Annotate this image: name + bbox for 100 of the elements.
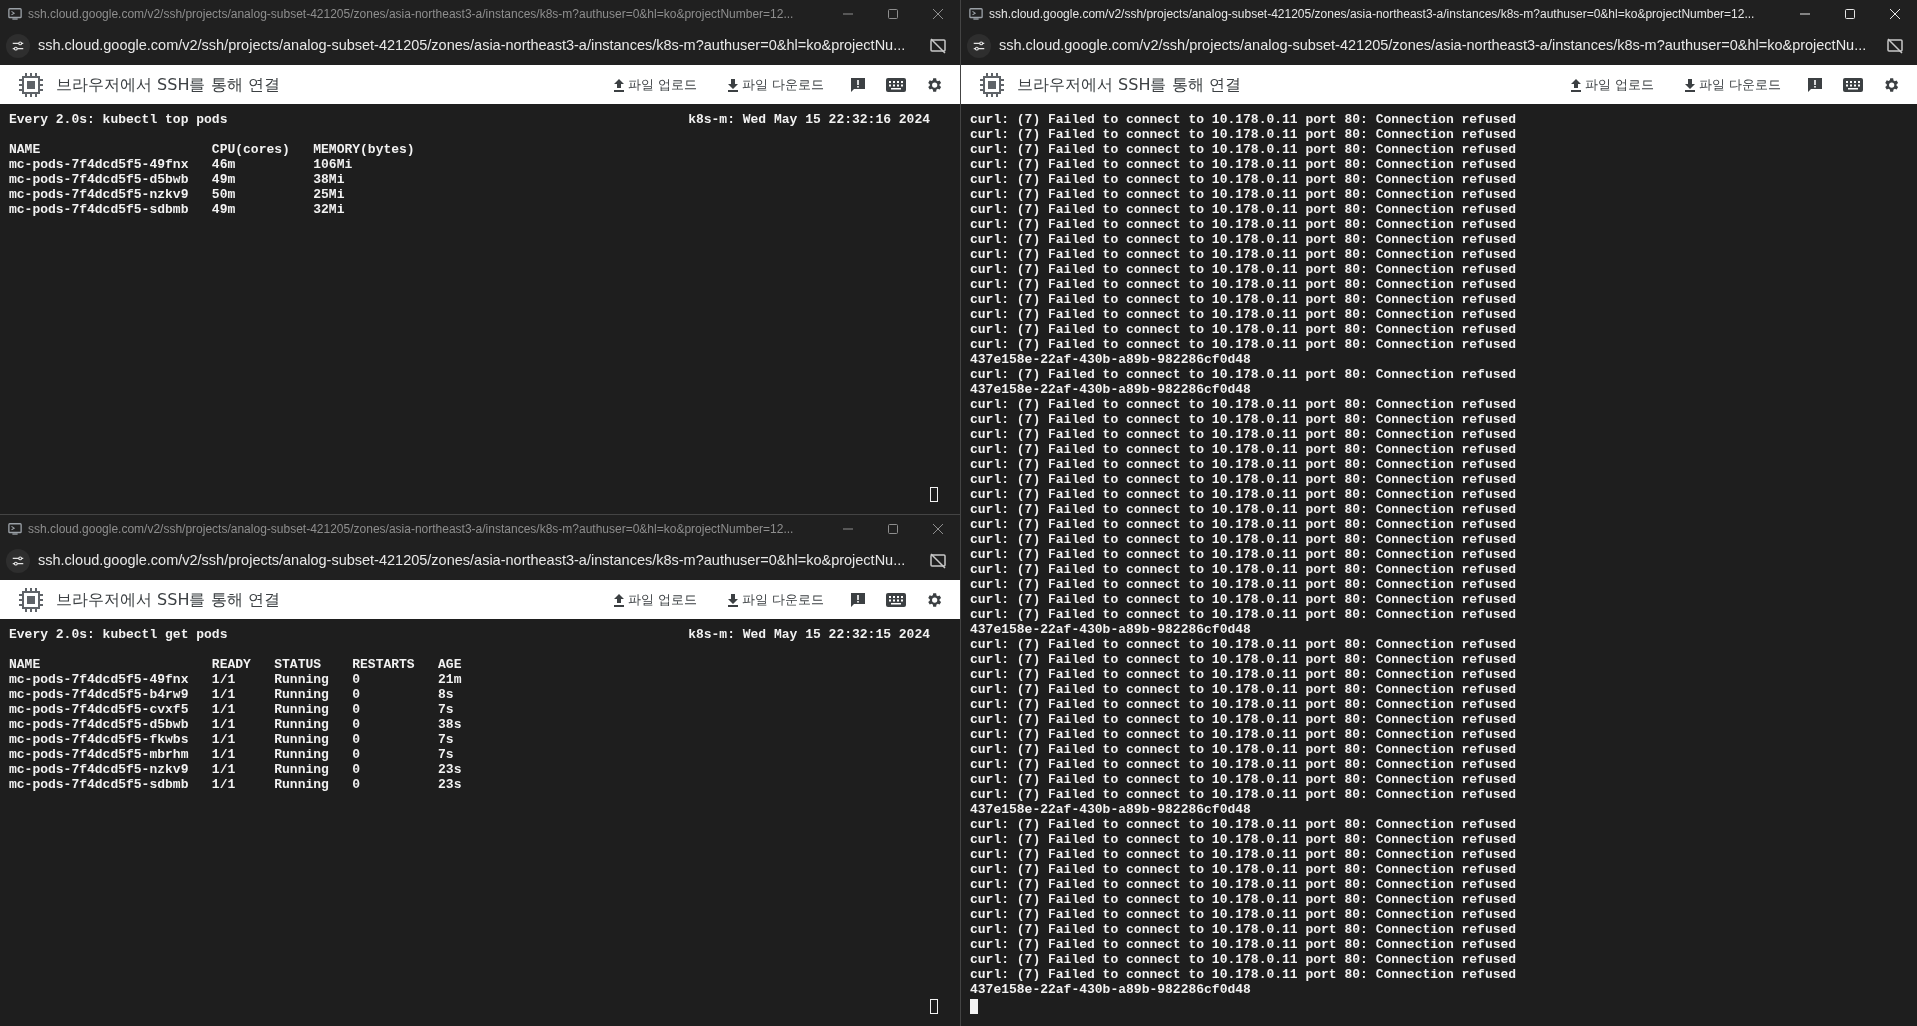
output-line: curl: (7) Failed to connect to 10.178.0.11 port 80: Connection refused: [970, 427, 1517, 442]
output-line: curl: (7) Failed to connect to 10.178.0.11 port 80: Connection refused: [970, 682, 1517, 697]
output-line: curl: (7) Failed to connect to 10.178.0.11 port 80: Connection refused: [970, 457, 1517, 472]
table-cell: 23s: [438, 762, 462, 777]
table-cell-text: 1/1: [211, 747, 237, 762]
cast-off-icon: [929, 553, 947, 569]
table-cell-text: Running: [274, 702, 330, 717]
output-line: curl: (7) Failed to connect to 10.178.0.11 port 80: Connection refused: [970, 967, 1517, 982]
table-cell-text: 0: [352, 762, 362, 777]
window-title: ssh.cloud.google.com/v2/ssh/projects/analog-subset-421205/zones/asia-northeast3-a/instances/k8s-m?authuser=0&hl=ko&projectNumber=12...: [989, 5, 1756, 23]
table-cell: 7s: [438, 702, 454, 717]
terminal-icon: [969, 6, 983, 21]
table-cell-text: mc-pods-7f4dcd5f5-nzkv9: [9, 187, 190, 202]
output-line: curl: (7) Failed to connect to 10.178.0.11 port 80: Connection refused: [970, 202, 1517, 217]
upload-file-button[interactable]: 파일 업로드: [612, 74, 697, 95]
output-line: curl: (7) Failed to connect to 10.178.0.11 port 80: Connection refused: [970, 547, 1517, 562]
table-cell-text: 1/1: [211, 672, 237, 687]
column-header: MEMORY(bytes): [313, 142, 415, 157]
table-cell-text: mc-pods-7f4dcd5f5-d5bwb: [9, 172, 190, 187]
chip-icon: [979, 71, 1005, 98]
table-cell: 7s: [438, 732, 454, 747]
host-time: k8s-m: Wed May 15 22:32:15 2024: [688, 627, 930, 642]
output-line: curl: (7) Failed to connect to 10.178.0.11 port 80: Connection refused: [970, 877, 1517, 892]
output-line: curl: (7) Failed to connect to 10.178.0.11 port 80: Connection refused: [970, 172, 1517, 187]
table-cell-text: mc-pods-7f4dcd5f5-b4rw9: [9, 687, 190, 702]
keyboard-icon: [886, 77, 906, 92]
site-info-button[interactable]: [6, 549, 30, 573]
upload-icon: [612, 592, 625, 607]
table-cell-text: 1/1: [211, 777, 237, 792]
output-line: curl: (7) Failed to connect to 10.178.0.11 port 80: Connection refused: [970, 637, 1517, 652]
output-line: 437e158e-22af-430b-a89b-982286cf0d48: [970, 982, 1251, 997]
output-line: curl: (7) Failed to connect to 10.178.0.11 port 80: Connection refused: [970, 847, 1517, 862]
download-file-button[interactable]: 파일 다운로드: [726, 589, 824, 610]
table-cell-text: 0: [352, 777, 362, 792]
output-line: curl: (7) Failed to connect to 10.178.0.11 port 80: Connection refused: [970, 232, 1517, 247]
table-cell: 32Mi: [313, 202, 345, 217]
download-icon: [726, 592, 739, 607]
table-cell: 7s: [438, 747, 454, 762]
table-cell-text: 50m: [211, 187, 237, 202]
table-cell-text: 0: [352, 732, 362, 747]
output-line: curl: (7) Failed to connect to 10.178.0.11 port 80: Connection refused: [970, 817, 1517, 832]
output-line: curl: (7) Failed to connect to 10.178.0.11 port 80: Connection refused: [970, 412, 1517, 427]
header-title: 브라우저에서 SSH를 통해 연결: [56, 588, 281, 611]
site-info-button[interactable]: [967, 34, 991, 58]
upload-file-button[interactable]: 파일 업로드: [1569, 74, 1654, 95]
terminal-icon: [8, 6, 22, 21]
maximize-icon: [887, 8, 898, 19]
feedback-icon: [850, 76, 866, 93]
output-line: curl: (7) Failed to connect to 10.178.0.11 port 80: Connection refused: [970, 607, 1517, 622]
table-cell-text: Running: [274, 777, 330, 792]
output-line: curl: (7) Failed to connect to 10.178.0.11 port 80: Connection refused: [970, 517, 1517, 532]
download-file-button[interactable]: 파일 다운로드: [1683, 74, 1781, 95]
output-line: curl: (7) Failed to connect to 10.178.0.11 port 80: Connection refused: [970, 832, 1517, 847]
table-cell-text: mc-pods-7f4dcd5f5-d5bwb: [9, 717, 190, 732]
site-info-button[interactable]: [6, 34, 30, 58]
close-icon: [1889, 8, 1900, 19]
output-line: curl: (7) Failed to connect to 10.178.0.11 port 80: Connection refused: [970, 862, 1517, 877]
keyboard-icon: [886, 592, 906, 607]
output-line: curl: (7) Failed to connect to 10.178.0.11 port 80: Connection refused: [970, 472, 1517, 487]
output-line: curl: (7) Failed to connect to 10.178.0.11 port 80: Connection refused: [970, 652, 1517, 667]
feedback-icon: [1807, 76, 1823, 93]
output-line: 437e158e-22af-430b-a89b-982286cf0d48: [970, 352, 1251, 367]
terminal-icon: [8, 521, 22, 536]
column-header: READY: [211, 657, 252, 672]
table-cell: 25Mi: [313, 187, 345, 202]
output-line: curl: (7) Failed to connect to 10.178.0.11 port 80: Connection refused: [970, 742, 1517, 757]
output-line: curl: (7) Failed to connect to 10.178.0.11 port 80: Connection refused: [970, 907, 1517, 922]
chip-icon: [18, 71, 44, 98]
upload-file-button[interactable]: 파일 업로드: [612, 589, 697, 610]
output-line: curl: (7) Failed to connect to 10.178.0.11 port 80: Connection refused: [970, 337, 1517, 352]
output-line: curl: (7) Failed to connect to 10.178.0.11 port 80: Connection refused: [970, 502, 1517, 517]
column-header: STATUS: [274, 657, 323, 672]
table-cell-text: mc-pods-7f4dcd5f5-49fnx: [9, 157, 190, 172]
settings-icon: [925, 75, 943, 94]
output-line: curl: (7) Failed to connect to 10.178.0.11 port 80: Connection refused: [970, 142, 1517, 157]
table-cell-text: 0: [352, 747, 362, 762]
table-cell-text: Running: [274, 672, 330, 687]
output-line: curl: (7) Failed to connect to 10.178.0.11 port 80: Connection refused: [970, 307, 1517, 322]
output-line: 437e158e-22af-430b-a89b-982286cf0d48: [970, 382, 1251, 397]
output-line: curl: (7) Failed to connect to 10.178.0.11 port 80: Connection refused: [970, 562, 1517, 577]
header-title: 브라우저에서 SSH를 통해 연결: [56, 73, 281, 96]
table-cell: 21m: [438, 672, 462, 687]
tune-icon: [11, 39, 25, 53]
download-file-button[interactable]: 파일 다운로드: [726, 74, 824, 95]
table-cell: 38s: [438, 717, 462, 732]
output-line: curl: (7) Failed to connect to 10.178.0.11 port 80: Connection refused: [970, 112, 1517, 127]
table-cell: 23s: [438, 777, 462, 792]
output-line: curl: (7) Failed to connect to 10.178.0.11 port 80: Connection refused: [970, 667, 1517, 682]
output-line: curl: (7) Failed to connect to 10.178.0.11 port 80: Connection refused: [970, 922, 1517, 937]
close-icon: [932, 523, 943, 534]
output-line: curl: (7) Failed to connect to 10.178.0.11 port 80: Connection refused: [970, 712, 1517, 727]
output-line: curl: (7) Failed to connect to 10.178.0.11 port 80: Connection refused: [970, 322, 1517, 337]
table-cell-text: 1/1: [211, 732, 237, 747]
output-line: curl: (7) Failed to connect to 10.178.0.11 port 80: Connection refused: [970, 727, 1517, 742]
table-cell: 8s: [438, 687, 454, 702]
close-icon: [932, 8, 943, 19]
upload-icon: [612, 77, 625, 92]
output-line: curl: (7) Failed to connect to 10.178.0.11 port 80: Connection refused: [970, 292, 1517, 307]
output-line: curl: (7) Failed to connect to 10.178.0.11 port 80: Connection refused: [970, 367, 1517, 382]
table-cell-text: Running: [274, 687, 330, 702]
